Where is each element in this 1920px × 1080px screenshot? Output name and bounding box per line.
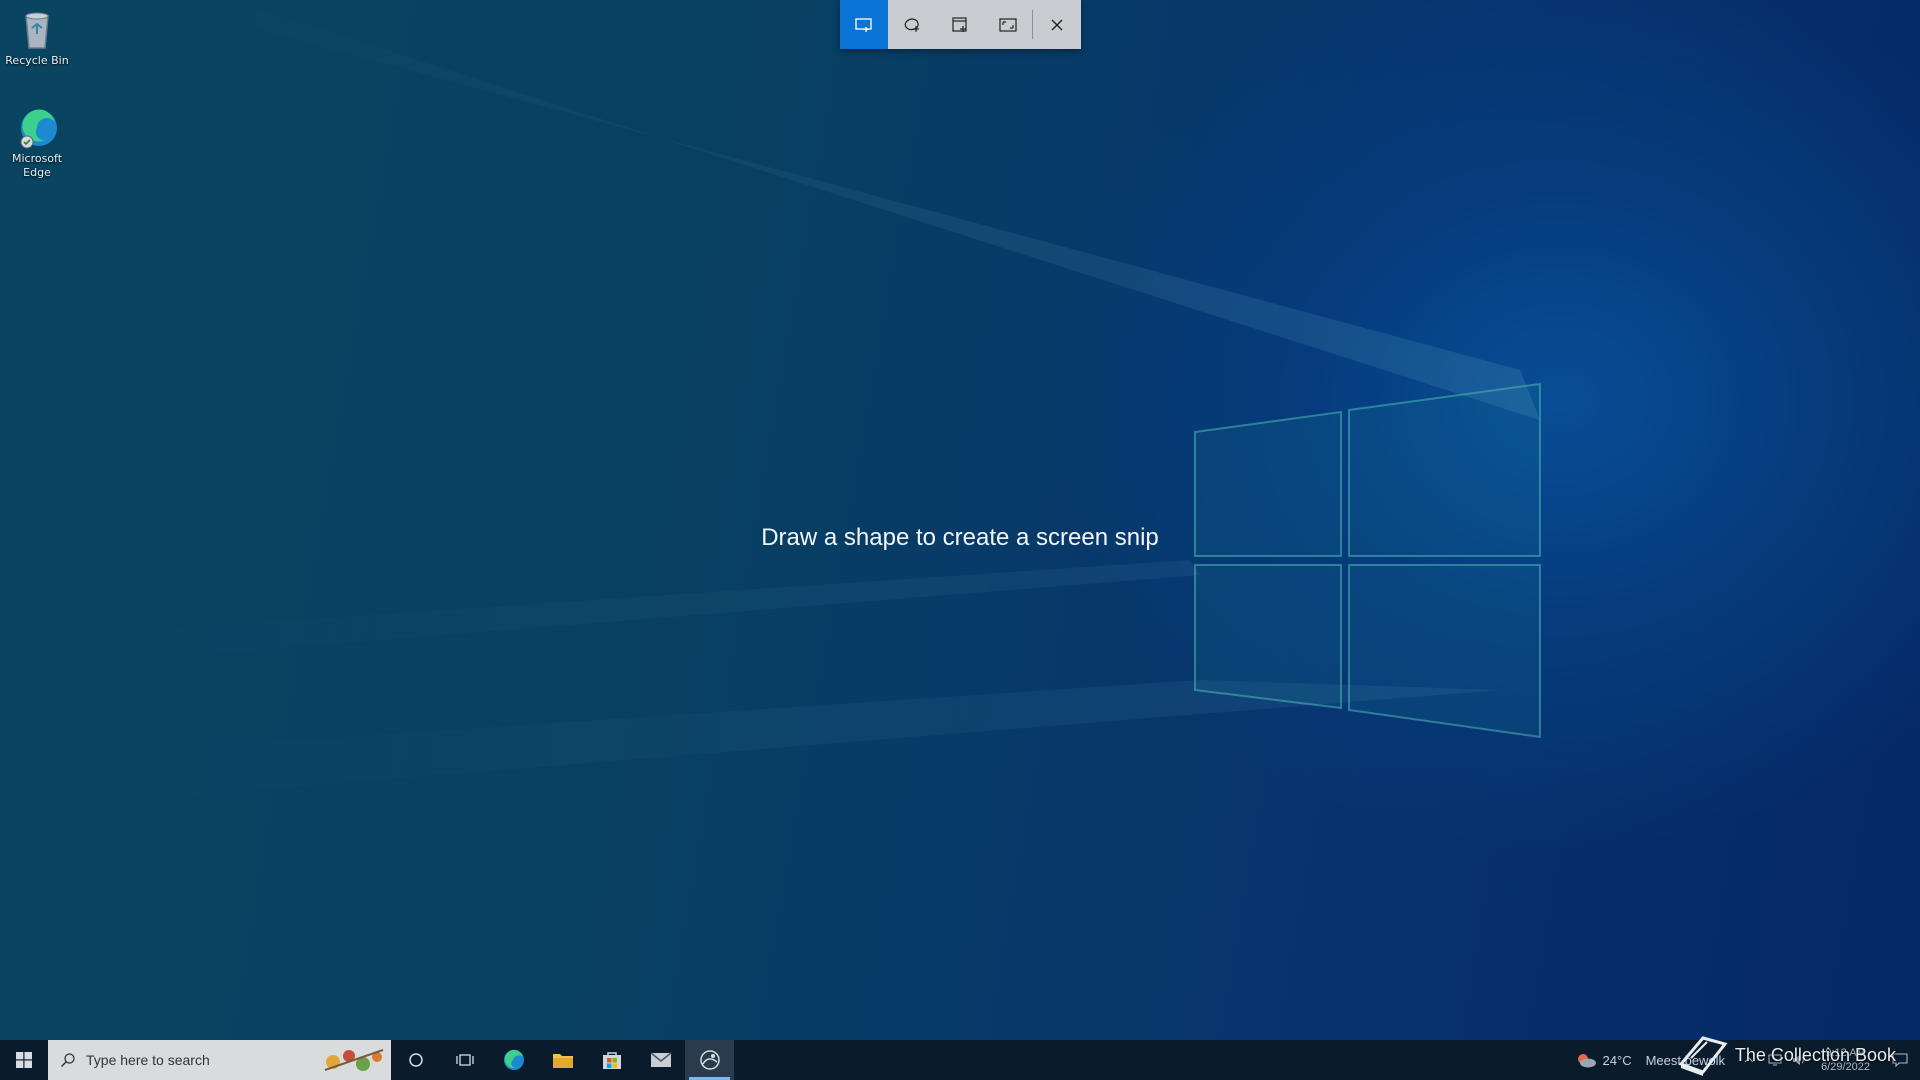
edge-icon — [503, 1049, 524, 1070]
search-highlight-illustration-icon — [324, 1049, 384, 1071]
close-icon — [1051, 19, 1063, 30]
watermark: The Collection Book — [1677, 1032, 1896, 1078]
taskbar: Type here to search 24°C Meest bewolk 9:… — [0, 1040, 1920, 1080]
rectangle-snip-icon — [855, 17, 872, 32]
book-logo-icon — [1678, 1036, 1728, 1076]
desktop-icon-recycle-bin[interactable]: Recycle Bin — [1, 8, 73, 68]
weather-temperature: 24°C — [1602, 1052, 1632, 1068]
store-bag-icon — [602, 1052, 621, 1069]
taskbar-file-explorer[interactable] — [538, 1040, 587, 1080]
taskbar-mail[interactable] — [636, 1040, 685, 1080]
window-snip-button[interactable] — [936, 0, 984, 49]
windows-start-icon — [16, 1052, 32, 1068]
freeform-snip-icon — [904, 17, 919, 32]
taskbar-edge[interactable] — [489, 1040, 538, 1080]
mail-envelope-icon — [650, 1052, 671, 1067]
snip-sketch-icon — [699, 1050, 720, 1070]
task-view-button[interactable] — [440, 1040, 489, 1080]
rectangular-snip-button[interactable] — [840, 0, 888, 49]
cortana-circle-icon — [408, 1053, 423, 1067]
desktop-icon-label: Microsoft Edge — [11, 152, 63, 179]
taskbar-microsoft-store[interactable] — [587, 1040, 636, 1080]
task-view-icon — [455, 1054, 474, 1066]
taskbar-snip-and-sketch[interactable] — [685, 1040, 734, 1080]
fullscreen-snip-icon — [999, 17, 1017, 32]
desktop-icon-label: Recycle Bin — [5, 54, 69, 67]
close-snip-button[interactable] — [1033, 0, 1081, 49]
cortana-button[interactable] — [391, 1040, 440, 1080]
folder-icon — [552, 1054, 573, 1068]
fullscreen-snip-button[interactable] — [984, 0, 1032, 49]
search-placeholder: Type here to search — [86, 1052, 210, 1068]
snip-toolbar — [840, 0, 1081, 49]
cloudy-weather-icon — [1577, 1054, 1596, 1068]
taskbar-search-box[interactable]: Type here to search — [48, 1040, 391, 1080]
freeform-snip-button[interactable] — [888, 0, 936, 49]
watermark-text: The Collection Book — [1734, 1044, 1896, 1065]
edge-icon — [15, 106, 59, 150]
snip-instruction-text: Draw a shape to create a screen snip — [761, 524, 1159, 551]
search-icon — [60, 1053, 75, 1068]
start-button[interactable] — [0, 1040, 48, 1080]
desktop-icon-microsoft-edge[interactable]: Microsoft Edge — [1, 106, 73, 180]
window-snip-icon — [952, 16, 967, 32]
recycle-bin-icon — [15, 8, 59, 52]
